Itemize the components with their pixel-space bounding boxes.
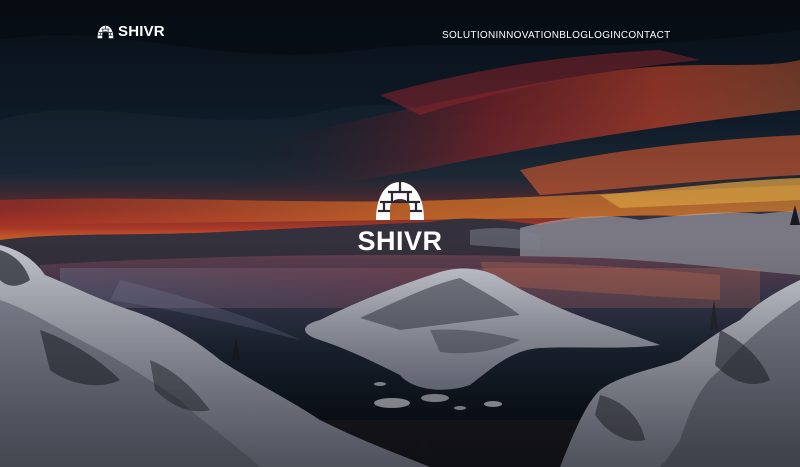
nav-item-innovation: INNOVATION [496, 25, 560, 43]
main-nav-menu: SOLUTION INNOVATION BLOG LOGIN CONTACT [442, 25, 671, 43]
nav-item-contact: CONTACT [621, 25, 671, 43]
nav-link-solution[interactable]: SOLUTION [442, 29, 496, 43]
igloo-icon [376, 182, 424, 220]
nav-link-login[interactable]: LOGIN [588, 29, 621, 43]
brand-logo-link[interactable]: SHIVR [97, 22, 165, 42]
hero-logo-text: SHIVR [357, 226, 443, 256]
hero-logo: SHIVR [350, 180, 450, 255]
nav-link-contact[interactable]: CONTACT [621, 29, 671, 43]
igloo-icon [97, 25, 114, 39]
top-navbar: SHIVR SOLUTION INNOVATION BLOG LOGIN CON… [0, 0, 800, 64]
nav-item-login: LOGIN [588, 25, 621, 43]
nav-link-blog[interactable]: BLOG [559, 29, 588, 43]
nav-link-innovation[interactable]: INNOVATION [496, 29, 560, 43]
nav-item-blog: BLOG [559, 25, 588, 43]
nav-item-solution: SOLUTION [442, 25, 496, 43]
brand-name: SHIVR [118, 23, 165, 40]
